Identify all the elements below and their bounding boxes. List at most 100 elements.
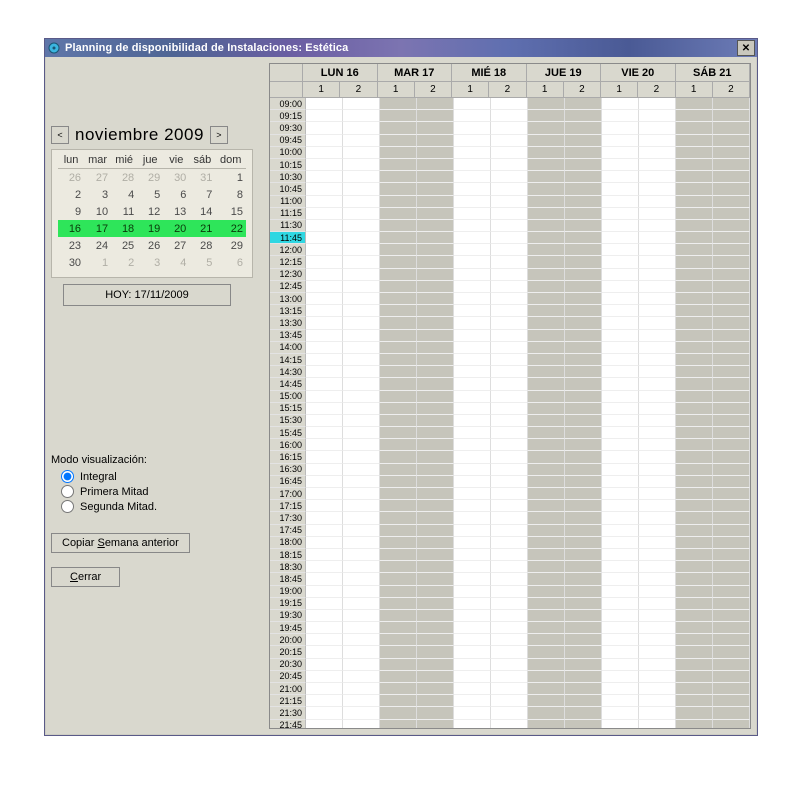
- time-slot[interactable]: [491, 232, 528, 244]
- time-slot[interactable]: [306, 135, 343, 147]
- time-slot[interactable]: [602, 537, 639, 549]
- time-slot[interactable]: [639, 232, 676, 244]
- time-slot[interactable]: [676, 183, 713, 195]
- time-slot[interactable]: [676, 232, 713, 244]
- day-header[interactable]: MIÉ 18: [452, 64, 527, 82]
- time-slot[interactable]: [491, 366, 528, 378]
- time-slot[interactable]: [454, 330, 491, 342]
- time-slot[interactable]: [380, 183, 417, 195]
- time-slot[interactable]: [343, 427, 380, 439]
- time-slot[interactable]: [565, 293, 602, 305]
- time-slot[interactable]: [343, 342, 380, 354]
- time-slot[interactable]: [565, 720, 602, 728]
- time-slot[interactable]: [491, 183, 528, 195]
- time-label[interactable]: 11:15: [270, 208, 306, 220]
- time-slot[interactable]: [306, 586, 343, 598]
- time-slot[interactable]: [380, 634, 417, 646]
- time-slot[interactable]: [713, 586, 750, 598]
- time-slot[interactable]: [417, 427, 454, 439]
- time-label[interactable]: 20:30: [270, 659, 306, 671]
- time-slot[interactable]: [676, 427, 713, 439]
- time-slot[interactable]: [343, 610, 380, 622]
- time-slot[interactable]: [380, 269, 417, 281]
- time-slot[interactable]: [639, 659, 676, 671]
- view-mode-option[interactable]: Primera Mitad: [51, 485, 261, 498]
- calendar-day[interactable]: 27: [84, 169, 111, 187]
- time-slot[interactable]: [454, 378, 491, 390]
- time-slot[interactable]: [380, 512, 417, 524]
- time-slot[interactable]: [528, 98, 565, 110]
- time-slot[interactable]: [454, 586, 491, 598]
- time-slot[interactable]: [454, 707, 491, 719]
- time-slot[interactable]: [343, 586, 380, 598]
- time-slot[interactable]: [602, 366, 639, 378]
- time-slot[interactable]: [380, 256, 417, 268]
- time-slot[interactable]: [454, 415, 491, 427]
- calendar-day[interactable]: 8: [215, 186, 246, 203]
- time-slot[interactable]: [306, 720, 343, 728]
- time-slot[interactable]: [380, 707, 417, 719]
- time-slot[interactable]: [491, 354, 528, 366]
- time-slot[interactable]: [565, 659, 602, 671]
- time-slot[interactable]: [602, 220, 639, 232]
- time-slot[interactable]: [491, 122, 528, 134]
- time-slot[interactable]: [602, 232, 639, 244]
- calendar-day[interactable]: 26: [137, 237, 163, 254]
- time-slot[interactable]: [639, 512, 676, 524]
- calendar-day[interactable]: 3: [84, 186, 111, 203]
- time-slot[interactable]: [713, 500, 750, 512]
- calendar-day[interactable]: 26: [58, 169, 84, 187]
- time-slot[interactable]: [713, 342, 750, 354]
- time-slot[interactable]: [343, 561, 380, 573]
- time-slot[interactable]: [528, 269, 565, 281]
- time-slot[interactable]: [454, 122, 491, 134]
- time-label[interactable]: 15:30: [270, 415, 306, 427]
- time-slot[interactable]: [417, 500, 454, 512]
- schedule-grid[interactable]: LUN 16MAR 17MIÉ 18JUE 19VIE 20SÁB 21 121…: [269, 63, 751, 729]
- time-slot[interactable]: [306, 500, 343, 512]
- time-slot[interactable]: [417, 317, 454, 329]
- time-slot[interactable]: [676, 147, 713, 159]
- time-slot[interactable]: [343, 646, 380, 658]
- time-slot[interactable]: [306, 671, 343, 683]
- time-slot[interactable]: [676, 330, 713, 342]
- time-slot[interactable]: [602, 171, 639, 183]
- time-slot[interactable]: [713, 196, 750, 208]
- today-button[interactable]: HOY: 17/11/2009: [63, 284, 231, 306]
- time-slot[interactable]: [565, 122, 602, 134]
- time-slot[interactable]: [454, 500, 491, 512]
- close-icon[interactable]: ✕: [737, 40, 755, 56]
- time-label[interactable]: 11:45: [270, 232, 306, 244]
- time-slot[interactable]: [343, 500, 380, 512]
- time-label[interactable]: 15:15: [270, 403, 306, 415]
- time-slot[interactable]: [343, 451, 380, 463]
- time-slot[interactable]: [602, 695, 639, 707]
- time-slot[interactable]: [602, 330, 639, 342]
- time-slot[interactable]: [565, 110, 602, 122]
- time-slot[interactable]: [454, 98, 491, 110]
- time-slot[interactable]: [380, 305, 417, 317]
- time-slot[interactable]: [454, 135, 491, 147]
- time-slot[interactable]: [713, 622, 750, 634]
- time-slot[interactable]: [343, 232, 380, 244]
- time-slot[interactable]: [602, 549, 639, 561]
- time-slot[interactable]: [713, 403, 750, 415]
- calendar-day[interactable]: 1: [215, 169, 246, 187]
- time-slot[interactable]: [343, 537, 380, 549]
- time-slot[interactable]: [491, 586, 528, 598]
- time-slot[interactable]: [639, 171, 676, 183]
- time-slot[interactable]: [380, 159, 417, 171]
- time-slot[interactable]: [380, 98, 417, 110]
- time-slot[interactable]: [343, 525, 380, 537]
- time-slot[interactable]: [639, 525, 676, 537]
- time-slot[interactable]: [306, 391, 343, 403]
- time-slot[interactable]: [343, 256, 380, 268]
- time-slot[interactable]: [417, 464, 454, 476]
- time-label[interactable]: 19:00: [270, 586, 306, 598]
- time-slot[interactable]: [417, 391, 454, 403]
- time-slot[interactable]: [380, 415, 417, 427]
- time-slot[interactable]: [454, 281, 491, 293]
- time-slot[interactable]: [380, 244, 417, 256]
- time-slot[interactable]: [713, 256, 750, 268]
- time-slot[interactable]: [454, 671, 491, 683]
